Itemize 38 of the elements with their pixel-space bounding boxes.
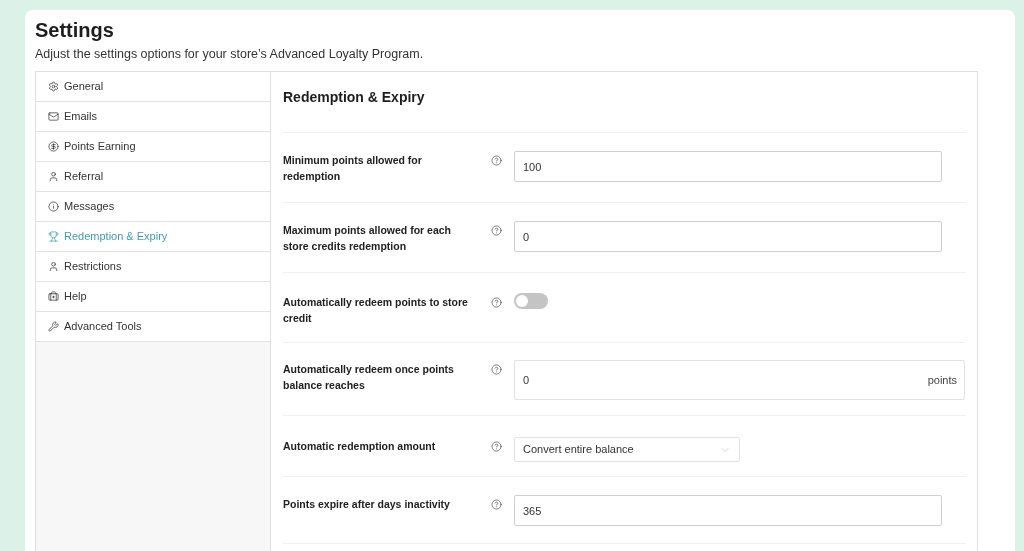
sidebar-item[interactable]: Advanced Tools [36,312,270,342]
sidebar-item[interactable]: Restrictions [36,252,270,282]
sidebar-item[interactable]: Help [36,282,270,312]
help-icon[interactable] [491,225,502,236]
setting-label: Points expire after days inactivity [283,497,451,512]
sidebar-item[interactable]: Emails [36,102,270,132]
page-title: Settings [35,18,115,42]
help-icon[interactable] [491,155,502,166]
sidebar-item[interactable]: General [36,72,270,102]
user-icon [48,171,59,182]
toggle-switch[interactable] [514,293,548,309]
text-field[interactable]: 0 [514,221,942,252]
unit-label: points [927,373,957,388]
dropdown[interactable]: Convert entire balance [514,437,740,462]
medical-kit-icon [48,291,59,302]
user-icon [48,261,59,272]
page-subtitle: Adjust the settings options for your store’s Advanced Loyalty Program. [35,46,425,62]
dollar-icon [48,141,59,152]
info-icon [48,201,59,212]
text-field[interactable]: 365 [514,495,942,526]
help-icon[interactable] [491,499,502,510]
setting-label: Automatically redeem once points balance reaches [283,362,455,393]
help-icon[interactable] [491,297,502,308]
setting-label: Maximum points allowed for each store credits redemption [283,223,453,254]
trophy-icon [48,231,59,242]
gear-icon [48,81,59,92]
text-field[interactable]: 100 [514,151,942,182]
setting-label: Automatically redeem points to store credit [283,295,469,326]
section-title: Redemption & Expiry [283,72,966,133]
setting-label: Automatic redemption amount [283,439,437,454]
sidebar-item[interactable]: Referral [36,162,270,192]
sidebar-item[interactable]: Points Earning [36,132,270,162]
setting-label: Minimum points allowed for redemption [283,153,423,184]
help-icon[interactable] [491,364,502,375]
wrench-icon [48,321,59,332]
mail-icon [48,111,59,122]
help-icon[interactable] [491,441,502,452]
sidebar-item[interactable]: Messages [36,192,270,222]
